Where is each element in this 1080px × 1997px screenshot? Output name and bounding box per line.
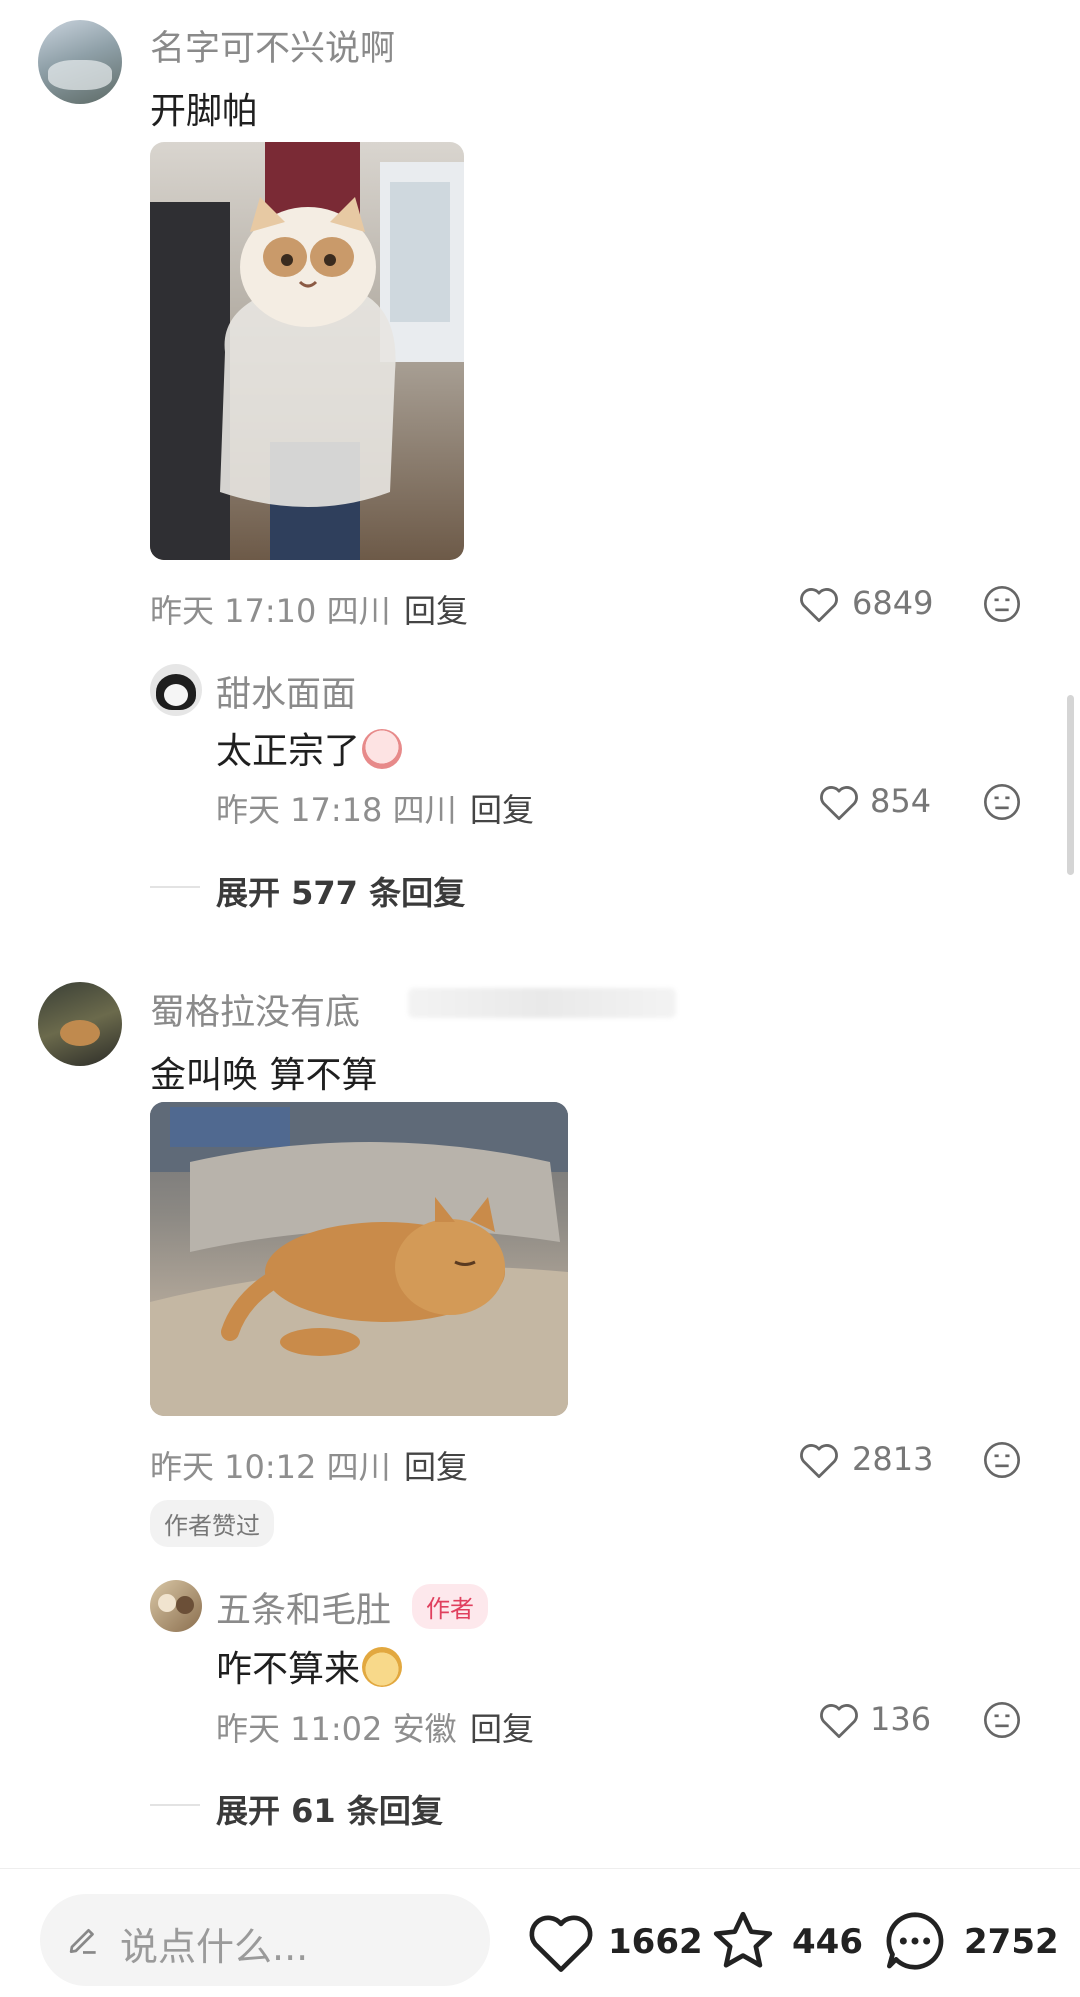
author-badge: 作者 bbox=[412, 1584, 488, 1629]
heart-icon[interactable] bbox=[798, 1440, 840, 1480]
reply-button[interactable]: 回复 bbox=[470, 785, 534, 831]
author-liked-badge: 作者赞过 bbox=[150, 1500, 274, 1547]
divider bbox=[150, 886, 200, 888]
scrollbar[interactable] bbox=[1067, 695, 1074, 875]
like-count: 854 bbox=[870, 782, 932, 820]
like-count: 136 bbox=[870, 1700, 932, 1738]
heart-icon[interactable] bbox=[818, 782, 860, 822]
reply-timestamp: 昨天 11:02 安徽 bbox=[216, 1710, 457, 1748]
reply-timestamp: 昨天 17:18 四川 bbox=[216, 791, 457, 829]
dislike-face-icon[interactable] bbox=[982, 782, 1022, 822]
reply-text: 太正宗了 bbox=[216, 722, 403, 774]
divider bbox=[150, 1804, 200, 1806]
pencil-icon bbox=[69, 1928, 96, 1954]
avatar[interactable] bbox=[150, 1580, 202, 1632]
avatar[interactable] bbox=[38, 20, 122, 104]
post-comment-count: 2752 bbox=[964, 1922, 1059, 1962]
comment-image-cat-in-bag[interactable] bbox=[150, 142, 464, 560]
comment-image-sleeping-cat[interactable] bbox=[150, 1102, 568, 1416]
dislike-face-icon[interactable] bbox=[982, 1440, 1022, 1480]
comment-timestamp: 昨天 10:12 四川 bbox=[150, 1448, 391, 1486]
heart-icon[interactable] bbox=[526, 1910, 596, 1974]
dislike-face-icon[interactable] bbox=[982, 1700, 1022, 1740]
reply-username[interactable]: 五条和毛肚 bbox=[216, 1582, 391, 1633]
comment-text: 金叫唤 算不算 bbox=[150, 1055, 378, 1096]
chat-icon[interactable] bbox=[880, 1906, 950, 1976]
reply-button[interactable]: 回复 bbox=[404, 586, 468, 632]
emoji-icon bbox=[362, 729, 403, 769]
post-like-count: 1662 bbox=[608, 1922, 703, 1962]
dislike-face-icon[interactable] bbox=[982, 584, 1022, 624]
expand-replies-button[interactable]: 展开 577 条回复 bbox=[216, 868, 465, 914]
reply-username[interactable]: 甜水面面 bbox=[216, 666, 356, 717]
reply-button[interactable]: 回复 bbox=[470, 1704, 534, 1750]
avatar[interactable] bbox=[150, 664, 202, 716]
like-count: 6849 bbox=[852, 584, 934, 622]
blurred-region bbox=[408, 988, 676, 1018]
expand-replies-button[interactable]: 展开 61 条回复 bbox=[216, 1786, 443, 1832]
like-count: 2813 bbox=[852, 1440, 934, 1478]
comment-text: 开脚帕 bbox=[150, 91, 259, 132]
comment-username[interactable]: 蜀格拉没有底 bbox=[150, 984, 360, 1035]
comment-timestamp: 昨天 17:10 四川 bbox=[150, 592, 391, 630]
emoji-icon bbox=[362, 1647, 403, 1687]
avatar[interactable] bbox=[38, 982, 122, 1066]
post-favorite-count: 446 bbox=[792, 1922, 863, 1962]
heart-icon[interactable] bbox=[798, 584, 840, 624]
reply-button[interactable]: 回复 bbox=[404, 1442, 468, 1488]
heart-icon[interactable] bbox=[818, 1700, 860, 1740]
comment-input-placeholder[interactable]: 说点什么... bbox=[120, 1916, 308, 1971]
reply-text: 咋不算来 bbox=[216, 1640, 403, 1692]
star-icon[interactable] bbox=[708, 1906, 778, 1976]
comment-username[interactable]: 名字可不兴说啊 bbox=[150, 20, 395, 71]
